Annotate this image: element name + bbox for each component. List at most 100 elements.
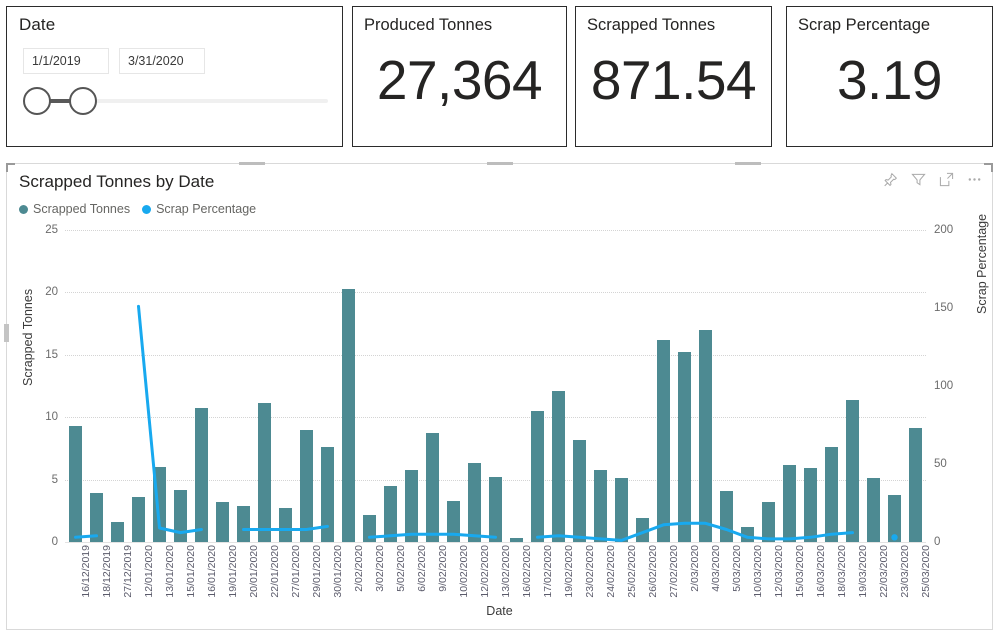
x-axis-tick-label: 25/02/2020 <box>625 545 638 598</box>
panel-resize-tick[interactable] <box>735 162 761 165</box>
panel-resize-tick[interactable] <box>487 162 513 165</box>
y-axis-right-tick-label: 100 <box>934 380 954 392</box>
legend-color-swatch-icon <box>19 204 28 214</box>
x-axis-tick-label: 27/12/2019 <box>121 545 134 598</box>
line-path <box>368 532 497 539</box>
x-axis-tick-label: 24/02/2020 <box>604 545 617 598</box>
x-axis-tick-label: 15/01/2020 <box>184 545 197 598</box>
y-axis-left-tick-label: 20 <box>45 286 58 299</box>
x-axis-tick-label: 19/03/2020 <box>856 545 869 598</box>
slicer-range-slider[interactable] <box>23 87 328 115</box>
line-path <box>137 304 203 535</box>
x-axis-labels: 16/12/2019 18/12/2019 27/12/2019 12/01/2020… <box>65 545 932 625</box>
line-path <box>242 524 329 531</box>
chart-title: Scrapped Tonnes by Date <box>19 172 215 191</box>
slicer-date-inputs: 1/1/2019 3/31/2020 <box>23 48 205 74</box>
x-axis-tick-label: 13/01/2020 <box>163 545 176 598</box>
x-axis-tick-label: 3/02/2020 <box>373 545 386 592</box>
x-axis-tick-label: 22/01/2020 <box>268 545 281 598</box>
x-axis-tick-label: 5/02/2020 <box>394 545 407 592</box>
x-axis-tick-label: 29/01/2020 <box>310 545 323 598</box>
plot-area: 0 5 10 15 20 25 0 50 100 150 200 <box>45 224 953 548</box>
kpi-label: Produced Tonnes <box>364 16 493 34</box>
x-axis-tick-label: 23/02/2020 <box>583 545 596 598</box>
x-axis-tick-label: 19/01/2020 <box>226 545 239 598</box>
x-axis-tick-label: 23/03/2020 <box>898 545 911 598</box>
visual-header-icons <box>883 172 982 187</box>
x-axis-tick-label: 2/03/2020 <box>688 545 701 592</box>
panel-resize-tick[interactable] <box>239 162 265 165</box>
x-axis-tick-label: 10/03/2020 <box>751 545 764 598</box>
x-axis-tick-label: 2/02/2020 <box>352 545 365 592</box>
x-axis-tick-label: 4/03/2020 <box>709 545 722 592</box>
x-axis-tick-label: 30/01/2020 <box>331 545 344 598</box>
x-axis-tick-label: 16/03/2020 <box>814 545 827 598</box>
chart-legend: Scrapped Tonnes Scrap Percentage <box>19 202 256 216</box>
y-axis-right-tick-label: 200 <box>934 224 954 236</box>
y-axis-right-tick-label: 50 <box>934 458 947 470</box>
slicer-start-date-input[interactable]: 1/1/2019 <box>23 48 109 74</box>
x-axis-tick-label: 19/02/2020 <box>562 545 575 598</box>
y-axis-left-title: Scrapped Tonnes <box>21 288 35 386</box>
pin-icon[interactable] <box>883 172 898 187</box>
y-axis-left-tick-label: 10 <box>45 411 58 424</box>
x-axis-tick-label: 12/02/2020 <box>478 545 491 598</box>
x-axis-tick-label: 26/02/2020 <box>646 545 659 598</box>
legend-label: Scrapped Tonnes <box>33 202 131 216</box>
x-axis-line <box>65 542 926 543</box>
filter-icon[interactable] <box>911 172 926 187</box>
line-point <box>891 534 898 541</box>
panel-corner-top-right <box>984 163 993 172</box>
y-axis-right-tick-label: 0 <box>934 536 941 548</box>
chart-visual-container[interactable]: Scrapped Tonnes by Date Scrapped Tonnes … <box>4 162 993 630</box>
x-axis-tick-label: 6/02/2020 <box>415 545 428 592</box>
x-axis-tick-label: 9/02/2020 <box>436 545 449 592</box>
y-axis-right-tick-label: 150 <box>934 302 954 314</box>
kpi-label: Scrapped Tonnes <box>587 16 716 34</box>
y-axis-left-tick-label: 25 <box>45 224 58 236</box>
panel-resize-handle-left[interactable] <box>4 324 9 342</box>
line-path <box>536 521 854 542</box>
slider-handle-end[interactable] <box>69 87 97 115</box>
kpi-value: 3.19 <box>836 49 943 111</box>
kpi-label: Scrap Percentage <box>798 16 931 34</box>
slicer-end-date-input[interactable]: 3/31/2020 <box>119 48 205 74</box>
more-options-icon[interactable] <box>967 172 982 187</box>
y-axis-left-tick-label: 0 <box>51 536 58 548</box>
kpi-value: 27,364 <box>376 49 543 111</box>
x-axis-tick-label: 15/03/2020 <box>793 545 806 598</box>
report-canvas: Date 1/1/2019 3/31/2020 Produced Tonnes … <box>0 0 999 636</box>
x-axis-tick-label: 27/02/2020 <box>667 545 680 598</box>
x-axis-tick-label: 16/01/2020 <box>205 545 218 598</box>
focus-mode-icon[interactable] <box>939 172 954 187</box>
date-slicer-tile: Date 1/1/2019 3/31/2020 <box>6 6 343 147</box>
legend-item-scrapped-tonnes[interactable]: Scrapped Tonnes <box>19 202 130 216</box>
x-axis-tick-label: 5/03/2020 <box>730 545 743 592</box>
kpi-value: 871.54 <box>590 49 757 111</box>
legend-item-scrap-percentage[interactable]: Scrap Percentage <box>142 202 256 216</box>
x-axis-tick-label: 27/01/2020 <box>289 545 302 598</box>
legend-color-swatch-icon <box>142 204 152 214</box>
slicer-title: Date <box>19 15 56 34</box>
x-axis-tick-label: 12/03/2020 <box>772 545 785 598</box>
x-axis-tick-label: 18/12/2019 <box>100 545 113 598</box>
kpi-card-produced-tonnes: Produced Tonnes 27,364 <box>352 6 567 147</box>
x-axis-tick-label: 16/12/2019 <box>79 545 92 598</box>
line-path <box>74 534 98 539</box>
slider-handle-start[interactable] <box>23 87 51 115</box>
y-axis-left-tick-label: 15 <box>45 348 58 361</box>
panel-corner-top-left <box>6 163 15 172</box>
x-axis-tick-label: 17/02/2020 <box>541 545 554 598</box>
kpi-card-scrap-percentage: Scrap Percentage 3.19 <box>786 6 993 147</box>
x-axis-tick-label: 18/03/2020 <box>835 545 848 598</box>
legend-label: Scrap Percentage <box>156 202 257 216</box>
x-axis-tick-label: 13/02/2020 <box>499 545 512 598</box>
kpi-card-scrapped-tonnes: Scrapped Tonnes 871.54 <box>575 6 772 147</box>
y-axis-right-title: Scrap Percentage <box>975 213 989 314</box>
x-axis-tick-label: 22/03/2020 <box>877 545 890 598</box>
x-axis-tick-label: 25/03/2020 <box>919 545 932 598</box>
line-series <box>74 304 898 542</box>
x-axis-tick-label: 20/01/2020 <box>247 545 260 598</box>
x-axis-tick-label: 16/02/2020 <box>520 545 533 598</box>
y-axis-left-tick-label: 5 <box>51 473 58 486</box>
